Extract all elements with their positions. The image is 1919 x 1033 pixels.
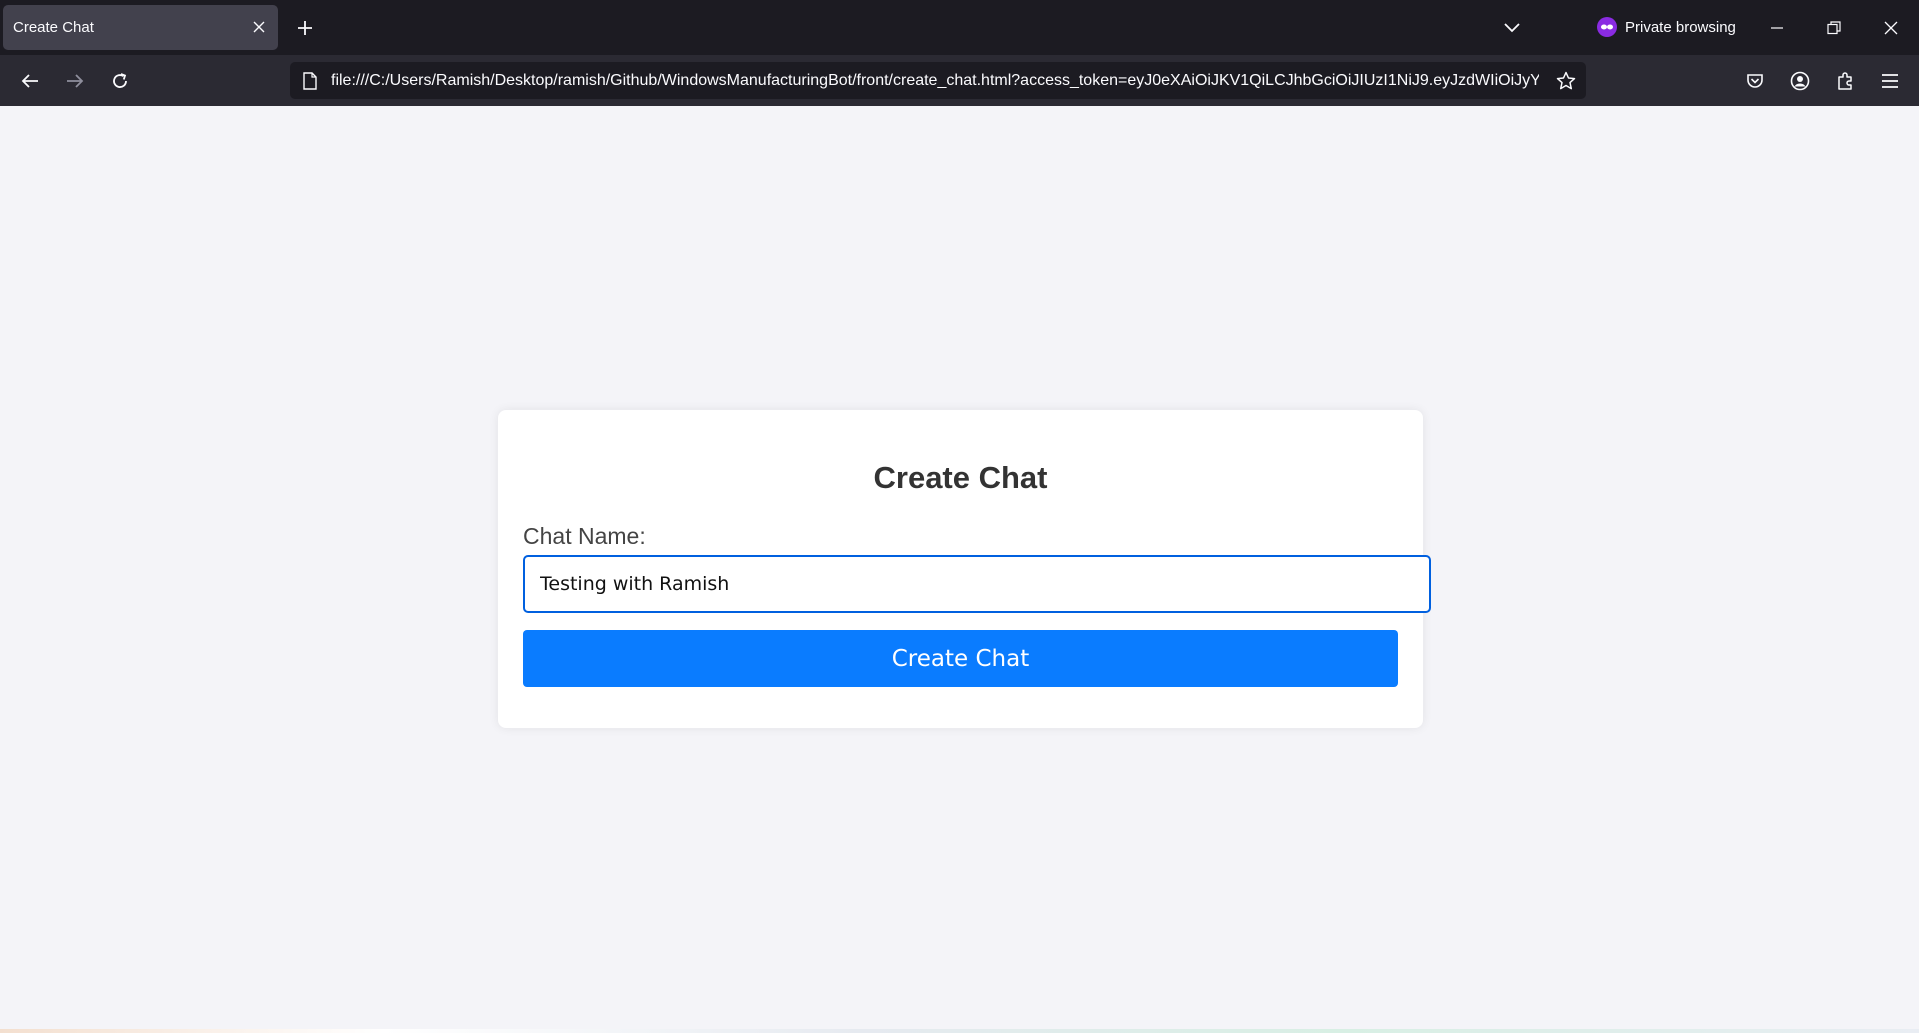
extensions-icon[interactable] <box>1830 66 1860 96</box>
chat-name-label: Chat Name: <box>523 523 646 549</box>
create-chat-card: Create Chat Chat Name: Create Chat <box>498 410 1431 728</box>
close-icon[interactable] <box>248 16 270 38</box>
page-title: Create Chat <box>873 460 1048 495</box>
create-chat-button[interactable]: Create Chat <box>523 630 1398 687</box>
tab-create-chat[interactable]: Create Chat <box>3 5 278 50</box>
address-bar[interactable]: file:///C:/Users/Ramish/Desktop/ramish/G… <box>290 62 1586 99</box>
reload-icon[interactable] <box>104 65 136 97</box>
menu-icon[interactable] <box>1875 66 1905 96</box>
chevron-down-icon[interactable] <box>1499 15 1525 41</box>
minimize-icon[interactable] <box>1763 14 1791 42</box>
pocket-icon[interactable] <box>1740 66 1770 96</box>
plus-icon[interactable] <box>292 15 318 41</box>
private-mask-icon <box>1597 17 1617 37</box>
url-text[interactable]: file:///C:/Users/Ramish/Desktop/ramish/G… <box>331 71 1539 91</box>
private-browsing-label: Private browsing <box>1625 18 1736 36</box>
taskbar-edge <box>0 1029 1919 1033</box>
account-icon[interactable] <box>1785 66 1815 96</box>
star-icon[interactable] <box>1554 69 1578 93</box>
private-browsing-indicator: Private browsing <box>1597 16 1736 38</box>
tab-title: Create Chat <box>13 19 94 36</box>
tab-strip: Create Chat Private browsing <box>0 0 1919 55</box>
page-viewport: Create Chat Chat Name: Create Chat <box>0 106 1919 1033</box>
browser-window: Create Chat Private browsing file:///C:/… <box>0 0 1919 1033</box>
navigation-toolbar: file:///C:/Users/Ramish/Desktop/ramish/G… <box>0 55 1919 106</box>
page-icon <box>300 71 320 91</box>
back-arrow-icon[interactable] <box>14 65 46 97</box>
forward-arrow-icon[interactable] <box>59 65 91 97</box>
close-window-icon[interactable] <box>1877 14 1905 42</box>
restore-icon[interactable] <box>1820 14 1848 42</box>
chat-name-input[interactable] <box>523 555 1431 613</box>
